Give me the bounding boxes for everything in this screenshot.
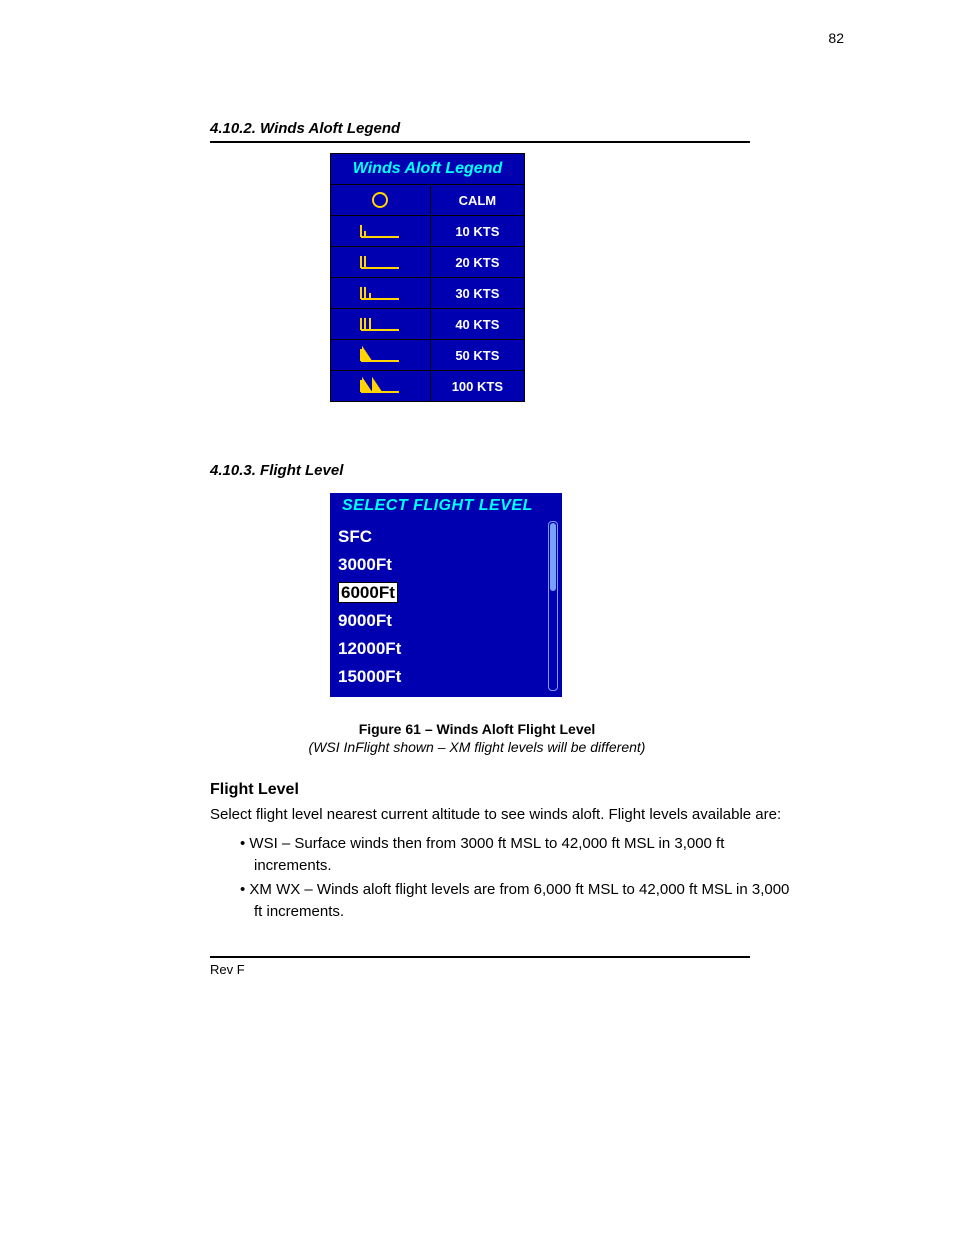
figure-caption: Figure 61 – Winds Aloft Flight Level (WS… [100,721,854,755]
flight-level-heading: Flight Level [210,781,854,799]
legend-label: 10 KTS [430,216,524,247]
flight-level-option[interactable]: 12000Ft [330,635,540,663]
bullet-item: WSI – Surface winds then from 3000 ft MS… [240,833,794,877]
legend-label: 50 KTS [430,340,524,371]
legend-row: 50 KTS [331,340,525,371]
legend-section-title: 4.10.2. Winds Aloft Legend [210,120,854,137]
legend-title: Winds Aloft Legend [331,154,525,185]
legend-row: 30 KTS [331,278,525,309]
bullet-item: XM WX – Winds aloft flight levels are fr… [240,879,794,923]
flight-level-title: SELECT FLIGHT LEVEL [330,493,562,523]
winds-aloft-legend: Winds Aloft Legend CALM 10 KTS 20 KTS 30… [330,153,525,402]
flight-level-option[interactable]: SFC [330,523,540,551]
legend-label: 100 KTS [430,371,524,402]
flight-level-option[interactable]: 6000Ft [330,579,540,607]
flight-level-option[interactable]: 9000Ft [330,607,540,635]
flight-level-body: Select flight level nearest current alti… [210,805,794,825]
legend-row: 20 KTS [331,247,525,278]
footer-rev: Rev F [210,962,854,977]
wind-barb-icon [331,185,431,216]
flight-level-section-title: 4.10.3. Flight Level [210,462,854,479]
legend-row: 10 KTS [331,216,525,247]
page-number: 82 [828,30,844,46]
legend-label: CALM [430,185,524,216]
flight-level-scrollbar[interactable] [548,521,558,691]
wind-barb-icon [331,371,431,402]
flight-level-option[interactable]: 15000Ft [330,663,540,691]
legend-label: 20 KTS [430,247,524,278]
flight-level-option[interactable]: 3000Ft [330,551,540,579]
legend-row: 40 KTS [331,309,525,340]
footer-rule [210,956,750,958]
wind-barb-icon [331,309,431,340]
legend-label: 30 KTS [430,278,524,309]
legend-rule [210,141,750,143]
wind-barb-icon [331,247,431,278]
figure-caption-note: (WSI InFlight shown – XM flight levels w… [100,739,854,755]
legend-row: CALM [331,185,525,216]
wind-barb-icon [331,340,431,371]
wind-barb-icon [331,278,431,309]
legend-row: 100 KTS [331,371,525,402]
wind-barb-icon [331,216,431,247]
legend-label: 40 KTS [430,309,524,340]
select-flight-level-panel: SELECT FLIGHT LEVEL SFC3000Ft6000Ft9000F… [330,493,562,697]
